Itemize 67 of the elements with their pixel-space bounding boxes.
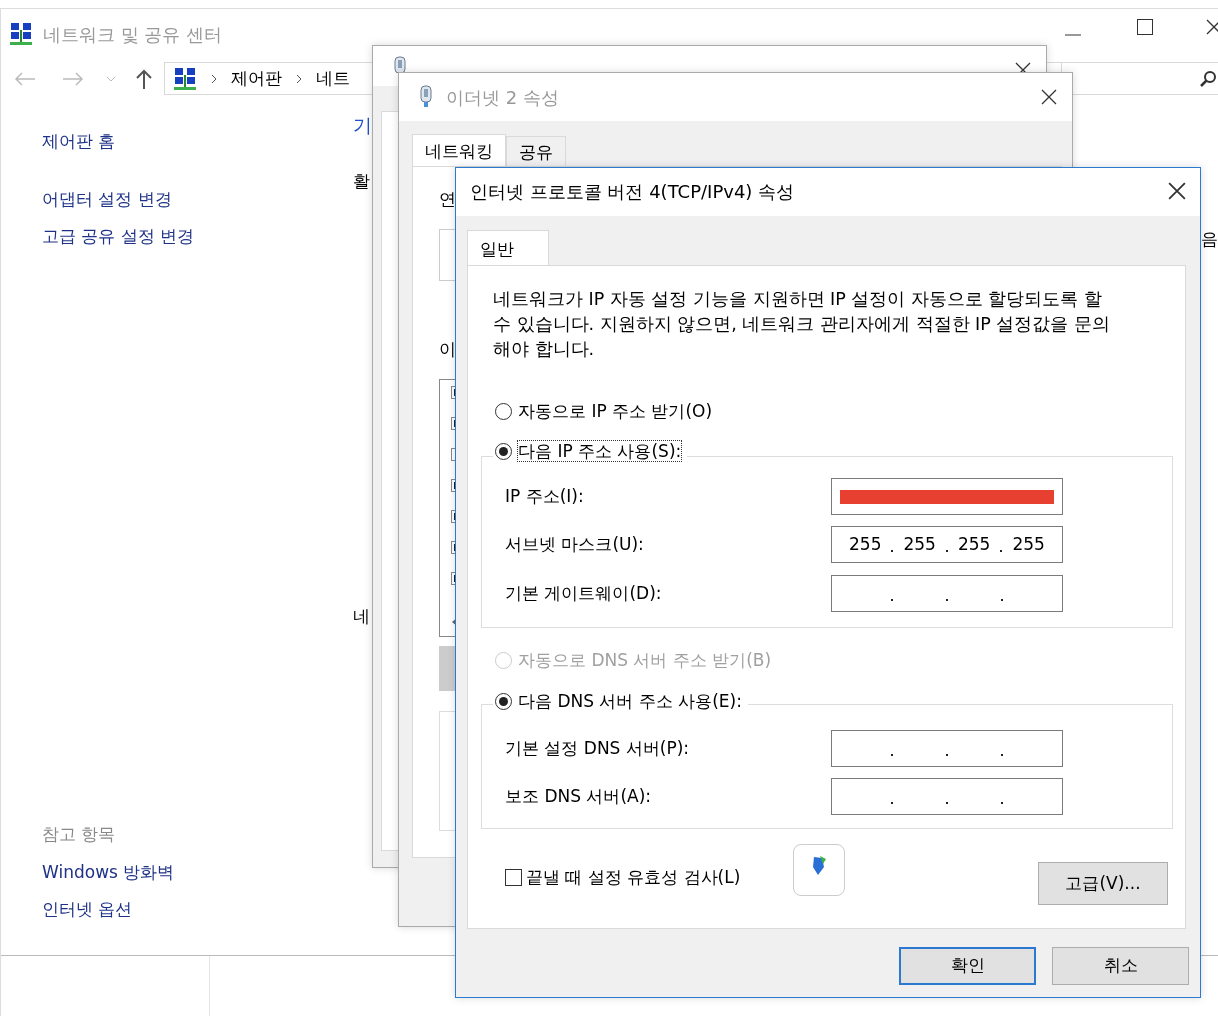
window-title: 네트워크 및 공유 센터 <box>43 23 223 47</box>
pen-icon <box>810 855 828 877</box>
octet-separator <box>891 801 894 804</box>
checkbox[interactable]: 끝낼 때 설정 유효성 검사(L) <box>505 865 741 891</box>
field-label: IP 주소(I): <box>505 485 584 508</box>
octet-separator <box>1000 801 1003 804</box>
sidebar-link[interactable]: 고급 공유 설정 변경 <box>42 228 195 245</box>
section-text: 연 <box>439 188 456 211</box>
breadcrumb-item[interactable]: 제어판 <box>231 65 282 92</box>
octet-value: 255 <box>903 532 936 556</box>
ip-address-field[interactable]: 255 255 255 255 <box>831 526 1063 563</box>
search-icon[interactable] <box>1200 71 1216 87</box>
octet-value: 255 <box>1012 532 1045 556</box>
sidebar-link[interactable]: 인터넷 옵션 <box>42 901 133 918</box>
octet-separator <box>891 598 894 601</box>
network-icon <box>9 22 33 46</box>
dialog-button[interactable]: 취소 <box>1052 947 1189 985</box>
close-icon[interactable] <box>1168 182 1186 200</box>
octet-value: 255 <box>957 532 991 556</box>
chevron-icon <box>211 73 217 84</box>
up-icon[interactable] <box>135 69 153 89</box>
octet-separator <box>891 753 894 756</box>
field-label: 기본 게이트웨이(D): <box>505 582 662 605</box>
close-icon[interactable] <box>1206 19 1218 35</box>
dialog-title: 인터넷 프로토콜 버전 4(TCP/IPv4) 속성 <box>470 180 795 204</box>
description-text: 네트워크가 IP 자동 설정 기능을 지원하면 IP 설정이 자동으로 할당되도록 할 수 있습니다. 지원하지 않으면, 네트워크 관리자에게 적절한 IP 설정값을 문의해야 합니다. <box>493 288 1111 361</box>
field-label: 서브넷 마스크(U): <box>505 533 644 556</box>
sidebar-link[interactable]: Windows 방화벽 <box>42 864 175 881</box>
close-icon[interactable] <box>1041 89 1057 105</box>
radio-button[interactable]: 다음 IP 주소 사용(S): <box>493 441 688 462</box>
window-title: 이더넷 2 속성 <box>446 86 559 110</box>
section-text: 네 <box>353 605 370 628</box>
tab[interactable]: 네트워킹 <box>412 134 506 166</box>
octet-separator <box>945 753 948 756</box>
network-icon <box>173 66 197 91</box>
octet-separator <box>945 801 948 804</box>
breadcrumb-item[interactable]: 네트 <box>316 65 350 92</box>
octet-separator <box>945 598 948 601</box>
sidebar-link[interactable]: 제어판 홈 <box>42 133 116 150</box>
octet-separator <box>945 549 948 552</box>
ip-address-field[interactable] <box>831 778 1063 815</box>
maximize-icon[interactable] <box>1137 19 1153 35</box>
chevron-icon <box>296 73 302 84</box>
section-text: 이 <box>439 338 456 361</box>
field-label: 보조 DNS 서버(A): <box>505 785 652 808</box>
search-field[interactable] <box>1061 62 1218 95</box>
section-text: 음 <box>1201 228 1218 251</box>
radio-button[interactable]: 다음 DNS 서버 주소 사용(E): <box>493 691 748 712</box>
octet-separator <box>1000 598 1003 601</box>
dialog-button[interactable]: 확인 <box>899 947 1036 985</box>
ip-address-field[interactable] <box>831 575 1063 612</box>
tab[interactable]: 공유 <box>506 136 566 166</box>
app-tile[interactable] <box>793 844 845 896</box>
octet-separator <box>891 549 894 552</box>
octet-separator <box>1000 753 1003 756</box>
octet-separator <box>1000 549 1003 552</box>
plug-icon <box>417 85 435 107</box>
tab[interactable]: 일반 <box>467 230 549 266</box>
advanced-button[interactable]: 고급(V)... <box>1038 862 1168 905</box>
octet-value: 255 <box>849 532 882 556</box>
section-link[interactable]: 기 <box>353 116 372 135</box>
section-text: 활 <box>353 170 370 193</box>
ip-address-field[interactable] <box>831 478 1063 515</box>
sidebar-link[interactable]: 어댑터 설정 변경 <box>42 191 172 208</box>
ip-address-field[interactable] <box>831 730 1063 767</box>
sidebar-heading: 참고 항목 <box>42 826 116 843</box>
field-label: 기본 설정 DNS 서버(P): <box>505 737 690 760</box>
